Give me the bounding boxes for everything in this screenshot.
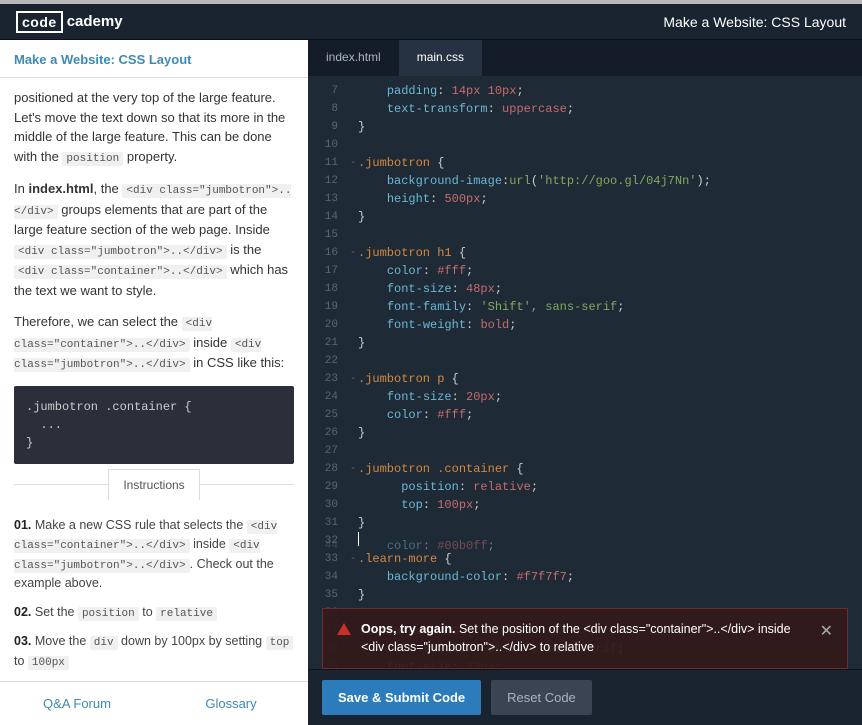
- code-line[interactable]: 14 }: [308, 208, 862, 226]
- lesson-code-example: .jumbotron .container { ... }: [14, 386, 294, 464]
- step-1: 01. Make a new CSS rule that selects the…: [14, 516, 294, 593]
- code-line[interactable]: 22: [308, 352, 862, 370]
- instructions-divider: Instructions: [14, 484, 294, 516]
- code-line[interactable]: 24 font-size: 20px;: [308, 388, 862, 406]
- top-bar: code cademy Make a Website: CSS Layout: [0, 0, 862, 40]
- code-line[interactable]: 28-.jumbotron .container {: [308, 460, 862, 478]
- code-line[interactable]: 26 }: [308, 424, 862, 442]
- logo-part2: cademy: [65, 13, 123, 30]
- action-bar: Save & Submit Code Reset Code: [308, 669, 862, 725]
- code-line[interactable]: 44 color: #00b0ff;: [308, 537, 495, 555]
- tab-index-html[interactable]: index.html: [308, 40, 399, 76]
- code-line[interactable]: 16-.jumbotron h1 {: [308, 244, 862, 262]
- code-line[interactable]: 18 font-size: 48px;: [308, 280, 862, 298]
- code-line[interactable]: 35 }: [308, 586, 862, 604]
- code-line[interactable]: 17 color: #fff;: [308, 262, 862, 280]
- lesson-title: Make a Website: CSS Layout: [0, 40, 308, 78]
- lesson-p2: In index.html, the <div class="jumbotron…: [14, 179, 294, 300]
- code-line[interactable]: 12 background-image:url('http://goo.gl/0…: [308, 172, 862, 190]
- lesson-p1: positioned at the very top of the large …: [14, 88, 294, 167]
- code-line[interactable]: 7 padding: 14px 10px;: [308, 82, 862, 100]
- code-line[interactable]: 31 }: [308, 514, 862, 532]
- step-3: 03. Move the div down by 100px by settin…: [14, 632, 294, 671]
- editor-panel: index.html main.css 7 padding: 14px 10px…: [308, 40, 862, 725]
- code-line[interactable]: 29 position: relative;: [308, 478, 862, 496]
- glossary-link[interactable]: Glossary: [154, 696, 308, 711]
- lesson-footer: Q&A Forum Glossary: [0, 681, 308, 725]
- tab-main-css[interactable]: main.css: [399, 40, 482, 76]
- code-line[interactable]: 25 color: #fff;: [308, 406, 862, 424]
- code-line[interactable]: 34 background-color: #f7f7f7;: [308, 568, 862, 586]
- step-2: 02. Set the position to relative: [14, 603, 294, 623]
- logo[interactable]: code cademy: [16, 11, 123, 33]
- code-editor[interactable]: 7 padding: 14px 10px;8 text-transform: u…: [308, 76, 862, 669]
- close-icon[interactable]: ✕: [820, 621, 833, 641]
- lesson-body[interactable]: positioned at the very top of the large …: [0, 78, 308, 681]
- save-submit-button[interactable]: Save & Submit Code: [322, 680, 481, 715]
- code-line[interactable]: 10: [308, 136, 862, 154]
- lesson-panel: Make a Website: CSS Layout positioned at…: [0, 40, 308, 725]
- code-line[interactable]: 27: [308, 442, 862, 460]
- code-line[interactable]: 23-.jumbotron p {: [308, 370, 862, 388]
- code-line[interactable]: 8 text-transform: uppercase;: [308, 100, 862, 118]
- warning-icon: [337, 623, 351, 635]
- code-line[interactable]: 21 }: [308, 334, 862, 352]
- code-line[interactable]: 13 height: 500px;: [308, 190, 862, 208]
- error-text: Oops, try again. Set the position of the…: [361, 621, 810, 656]
- lesson-p3: Therefore, we can select the <div class=…: [14, 312, 294, 374]
- qa-forum-link[interactable]: Q&A Forum: [0, 696, 154, 711]
- code-line[interactable]: 30 top: 100px;: [308, 496, 862, 514]
- error-banner: Oops, try again. Set the position of the…: [322, 608, 848, 669]
- page-title: Make a Website: CSS Layout: [663, 14, 846, 30]
- code-line[interactable]: 20 font-weight: bold;: [308, 316, 862, 334]
- code-line[interactable]: 11-.jumbotron {: [308, 154, 862, 172]
- logo-part1: code: [16, 11, 63, 33]
- file-tabs: index.html main.css: [308, 40, 862, 76]
- code-line[interactable]: 19 font-family: 'Shift', sans-serif;: [308, 298, 862, 316]
- instructions-label: Instructions: [108, 469, 199, 500]
- reset-code-button[interactable]: Reset Code: [491, 680, 592, 715]
- code-line[interactable]: 9 }: [308, 118, 862, 136]
- code-line[interactable]: 15: [308, 226, 862, 244]
